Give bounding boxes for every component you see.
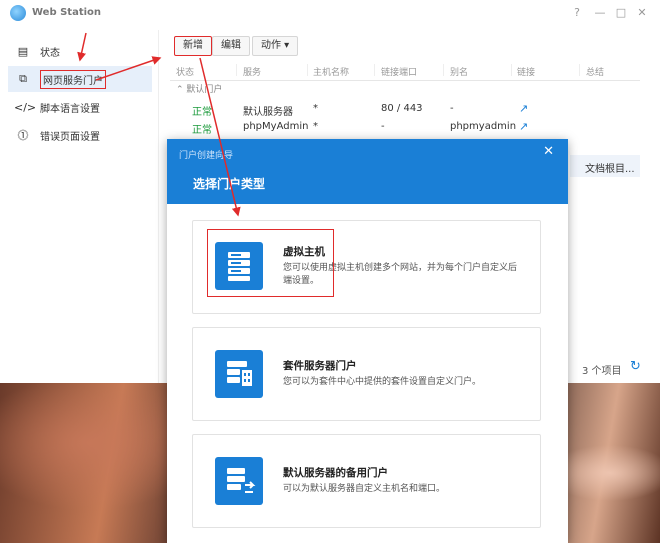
action-dropdown[interactable]: 动作 ▾ — [252, 36, 299, 56]
app-title: Web Station — [32, 7, 102, 18]
portal-icon: ⧉ — [19, 72, 27, 85]
portal-creation-wizard: 门户创建向导 ✕ 选择门户类型 虚拟主机 您可以使用虚拟主机创建多个网站，并为每… — [167, 139, 568, 543]
sidebar-item-label: 脚本语言设置 — [40, 103, 100, 115]
sidebar-item-label: 网页服务门户 — [40, 69, 106, 89]
maximize-icon[interactable]: □ — [614, 6, 628, 19]
minimize-icon[interactable]: — — [593, 6, 607, 19]
package-server-icon — [215, 350, 263, 398]
error-page-icon: ⓵ — [17, 129, 29, 142]
service-cell: phpMyAdmin — [243, 121, 309, 132]
external-link-icon[interactable]: ↗ — [519, 120, 530, 133]
option-desc: 您可以为套件中心中提供的套件设置自定义门户。 — [283, 377, 482, 387]
code-icon: </> — [14, 100, 37, 114]
sidebar-item-web-portal[interactable]: ⧉ 网页服务门户 — [8, 66, 152, 92]
column-header-hostname[interactable]: 主机名称 — [313, 65, 349, 78]
option-package-server-portal[interactable]: 套件服务器门户 您可以为套件中心中提供的套件设置自定义门户。 — [192, 327, 541, 421]
column-header-summary[interactable]: 总结 — [586, 65, 604, 78]
sidebar-item-error-page[interactable]: ⓵ 错误页面设置 — [8, 122, 152, 148]
column-header-link[interactable]: 链接 — [517, 65, 535, 78]
table-row[interactable]: 正常 默认服务器 * 80 / 443 - ↗ — [170, 100, 640, 118]
port-cell: - — [381, 121, 385, 132]
option-title: 默认服务器的备用门户 — [283, 467, 388, 479]
host-cell: * — [313, 121, 318, 132]
status-icon: ▤ — [17, 44, 29, 58]
close-icon[interactable]: ✕ — [635, 6, 649, 19]
server-redirect-icon — [215, 457, 263, 505]
sidebar-item-label: 错误页面设置 — [40, 131, 100, 143]
sidebar: ▤ 状态 ⧉ 网页服务门户 </> 脚本语言设置 ⓵ 错误页面设置 — [0, 30, 159, 383]
item-count: 3 个项目 — [582, 366, 622, 377]
alias-cell: - — [450, 103, 454, 114]
edit-button[interactable]: 编辑 — [212, 36, 250, 56]
sidebar-item-label: 状态 — [40, 47, 60, 59]
web-station-logo-icon — [10, 5, 26, 21]
service-cell: 默认服务器 — [243, 107, 293, 118]
highlight-box — [207, 229, 334, 297]
modal-subtitle: 选择门户类型 — [193, 177, 266, 191]
alias-cell: phpmyadmin — [450, 121, 517, 132]
status-cell: 正常 — [192, 107, 212, 118]
table-header: 状态 服务 主机名称 链接端口 别名 链接 总结 — [170, 62, 640, 81]
column-header-alias[interactable]: 别名 — [450, 65, 468, 78]
column-header-port[interactable]: 链接端口 — [381, 65, 417, 78]
title-bar: Web Station ? — □ ✕ — [0, 0, 660, 26]
refresh-icon[interactable]: ↻ — [630, 359, 641, 374]
option-default-server-backup-portal[interactable]: 默认服务器的备用门户 可以为默认服务器自定义主机名和端口。 — [192, 434, 541, 528]
host-cell: * — [313, 103, 318, 114]
column-header-service[interactable]: 服务 — [243, 65, 261, 78]
close-icon[interactable]: ✕ — [543, 144, 554, 159]
option-title: 套件服务器门户 — [283, 360, 357, 372]
new-button[interactable]: 新增 — [174, 36, 212, 56]
table-row[interactable]: 正常 phpMyAdmin * - phpmyadmin ↗ — [170, 118, 640, 136]
modal-title: 门户创建向导 — [179, 151, 234, 161]
sidebar-item-status[interactable]: ▤ 状态 — [8, 38, 152, 64]
column-header-status[interactable]: 状态 — [176, 65, 194, 78]
sidebar-item-script-language[interactable]: </> 脚本语言设置 — [8, 94, 152, 120]
option-desc: 可以为默认服务器自定义主机名和端口。 — [283, 484, 446, 494]
external-link-icon[interactable]: ↗ — [519, 102, 530, 115]
help-icon[interactable]: ? — [570, 6, 584, 19]
port-cell: 80 / 443 — [381, 103, 423, 114]
doc-root-button[interactable]: 文档根目... — [585, 160, 635, 175]
modal-header: 门户创建向导 ✕ 选择门户类型 — [167, 139, 568, 204]
group-default-portal[interactable]: ⌃ 默认门户 — [176, 82, 222, 98]
status-cell: 正常 — [192, 125, 212, 136]
